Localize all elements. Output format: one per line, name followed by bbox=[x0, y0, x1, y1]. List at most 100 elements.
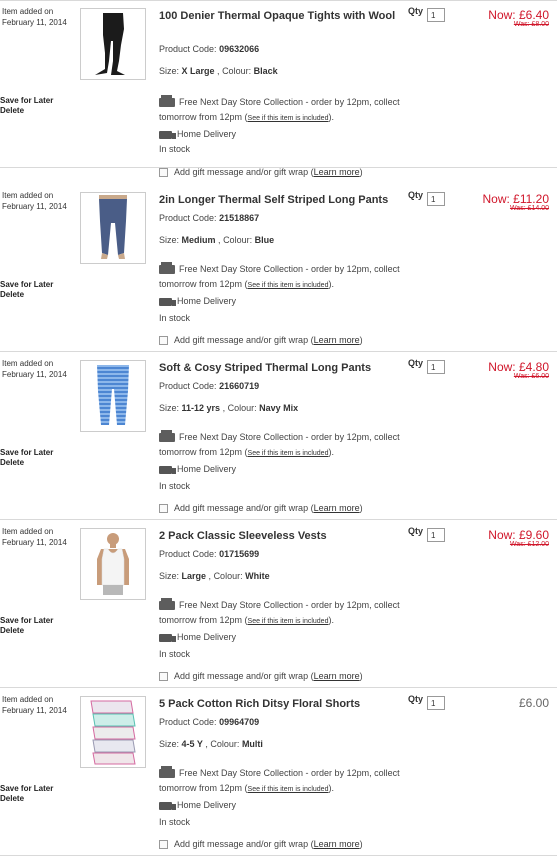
delivery-van-icon bbox=[159, 465, 176, 474]
product-code: Product Code: 01715699 bbox=[159, 549, 260, 559]
home-delivery: Home Delivery bbox=[159, 800, 236, 810]
see-if-included-link[interactable]: See if this item is included bbox=[248, 450, 329, 457]
delivery-van-icon bbox=[159, 633, 176, 642]
see-if-included-link[interactable]: See if this item is included bbox=[248, 786, 329, 793]
added-label: Item added on bbox=[2, 695, 54, 704]
was-price: Was: £14.00 bbox=[509, 205, 549, 212]
see-if-included-link[interactable]: See if this item is included bbox=[248, 115, 329, 122]
product-size-colour: Size: Large , Colour: White bbox=[159, 571, 270, 581]
gift-checkbox[interactable] bbox=[159, 336, 168, 346]
product-image-floral-shorts[interactable] bbox=[80, 696, 146, 768]
item-actions: Save for Later Delete bbox=[0, 448, 53, 468]
delete-link[interactable]: Delete bbox=[0, 458, 53, 468]
product-title[interactable]: 2 Pack Classic Sleeveless Vests bbox=[159, 529, 399, 544]
item-actions: Save for Later Delete bbox=[0, 280, 53, 300]
vest-model-image bbox=[97, 533, 129, 595]
gift-checkbox[interactable] bbox=[159, 168, 168, 178]
home-delivery: Home Delivery bbox=[159, 632, 236, 642]
striped-pants-image bbox=[97, 365, 129, 425]
stock-status: In stock bbox=[159, 144, 191, 154]
save-for-later-link[interactable]: Save for Later bbox=[0, 616, 53, 626]
product-title[interactable]: 5 Pack Cotton Rich Ditsy Floral Shorts bbox=[159, 697, 399, 712]
gift-checkbox[interactable] bbox=[159, 840, 168, 850]
added-info: Item added on February 11, 2014 bbox=[2, 358, 67, 380]
product-image-striped-pants[interactable] bbox=[80, 360, 146, 432]
now-price: Now: £4.80 bbox=[488, 360, 549, 374]
store-icon bbox=[159, 262, 175, 275]
delete-link[interactable]: Delete bbox=[0, 290, 53, 300]
product-title[interactable]: 100 Denier Thermal Opaque Tights with Wo… bbox=[159, 9, 399, 24]
gift-checkbox[interactable] bbox=[159, 504, 168, 514]
added-info: Item added on February 11, 2014 bbox=[2, 190, 67, 212]
added-info: Item added on February 11, 2014 bbox=[2, 694, 67, 716]
qty-input[interactable]: 1 bbox=[427, 696, 445, 710]
see-if-included-link[interactable]: See if this item is included bbox=[248, 282, 329, 289]
stock-status: In stock bbox=[159, 481, 191, 491]
see-if-included-link[interactable]: See if this item is included bbox=[248, 618, 329, 625]
basket-item-tights: Item added on February 11, 2014 Save for… bbox=[0, 0, 557, 178]
qty-label: Qty bbox=[408, 6, 424, 16]
store-icon bbox=[159, 95, 175, 108]
now-price: Now: £6.40 bbox=[488, 8, 549, 22]
qty-label: Qty bbox=[408, 526, 424, 536]
basket-item-floral-shorts: Item added on February 11, 2014 Save for… bbox=[0, 688, 557, 856]
price-block: Now: £9.60 Was: £12.00 bbox=[488, 528, 549, 548]
delivery-van-icon bbox=[159, 297, 176, 306]
gift-option: Add gift message and/or gift wrap (Learn… bbox=[159, 671, 363, 682]
delete-link[interactable]: Delete bbox=[0, 794, 53, 804]
store-icon bbox=[159, 766, 175, 779]
price-block: Now: £4.80 Was: £6.00 bbox=[488, 360, 549, 380]
qty-input[interactable]: 1 bbox=[427, 528, 445, 542]
item-actions: Save for Later Delete bbox=[0, 96, 53, 116]
gift-option: Add gift message and/or gift wrap (Learn… bbox=[159, 167, 363, 178]
learn-more-link[interactable]: Learn more bbox=[314, 671, 360, 681]
product-size-colour: Size: 11-12 yrs , Colour: Navy Mix bbox=[159, 403, 299, 413]
learn-more-link[interactable]: Learn more bbox=[314, 503, 360, 513]
delete-link[interactable]: Delete bbox=[0, 626, 53, 636]
save-for-later-link[interactable]: Save for Later bbox=[0, 96, 53, 106]
qty-label: Qty bbox=[408, 694, 424, 704]
product-image-vests[interactable] bbox=[80, 528, 146, 600]
was-price: Was: £12.00 bbox=[509, 541, 549, 548]
product-title[interactable]: 2in Longer Thermal Self Striped Long Pan… bbox=[159, 193, 399, 208]
product-size-colour: Size: Medium , Colour: Blue bbox=[159, 235, 275, 245]
save-for-later-link[interactable]: Save for Later bbox=[0, 448, 53, 458]
basket-item-long-pants: Item added on February 11, 2014 Save for… bbox=[0, 184, 557, 352]
gift-checkbox[interactable] bbox=[159, 672, 168, 682]
now-price: Now: £11.20 bbox=[482, 192, 550, 206]
product-image-tights[interactable] bbox=[80, 8, 146, 80]
item-actions: Save for Later Delete bbox=[0, 616, 53, 636]
delivery-van-icon bbox=[159, 130, 176, 139]
qty-label: Qty bbox=[408, 190, 424, 200]
store-collection-info: Free Next Day Store Collection - order b… bbox=[159, 430, 400, 457]
added-date: February 11, 2014 bbox=[2, 370, 67, 379]
home-delivery: Home Delivery bbox=[159, 464, 236, 474]
qty-input[interactable]: 1 bbox=[427, 360, 445, 374]
save-for-later-link[interactable]: Save for Later bbox=[0, 784, 53, 794]
added-label: Item added on bbox=[2, 191, 54, 200]
learn-more-link[interactable]: Learn more bbox=[314, 839, 360, 849]
home-delivery: Home Delivery bbox=[159, 296, 236, 306]
tights-image bbox=[95, 13, 125, 75]
price-block: Now: £6.40 Was: £8.00 bbox=[488, 8, 549, 28]
learn-more-link[interactable]: Learn more bbox=[314, 335, 360, 345]
qty-input[interactable]: 1 bbox=[427, 192, 445, 206]
product-size-colour: Size: X Large , Colour: Black bbox=[159, 66, 278, 76]
qty-input[interactable]: 1 bbox=[427, 8, 445, 22]
added-date: February 11, 2014 bbox=[2, 18, 67, 27]
learn-more-link[interactable]: Learn more bbox=[314, 167, 360, 177]
delete-link[interactable]: Delete bbox=[0, 106, 53, 116]
product-title[interactable]: Soft & Cosy Striped Thermal Long Pants bbox=[159, 361, 399, 376]
was-price: Was: £8.00 bbox=[513, 21, 549, 28]
now-price: Now: £9.60 bbox=[488, 528, 549, 542]
stock-status: In stock bbox=[159, 817, 191, 827]
store-icon bbox=[159, 430, 175, 443]
product-image-long-pants[interactable] bbox=[80, 192, 146, 264]
product-code: Product Code: 09632066 bbox=[159, 44, 260, 54]
product-code: Product Code: 21660719 bbox=[159, 381, 260, 391]
save-for-later-link[interactable]: Save for Later bbox=[0, 280, 53, 290]
gift-option: Add gift message and/or gift wrap (Learn… bbox=[159, 335, 363, 346]
added-label: Item added on bbox=[2, 527, 54, 536]
added-info: Item added on February 11, 2014 bbox=[2, 6, 67, 28]
delivery-van-icon bbox=[159, 801, 176, 810]
